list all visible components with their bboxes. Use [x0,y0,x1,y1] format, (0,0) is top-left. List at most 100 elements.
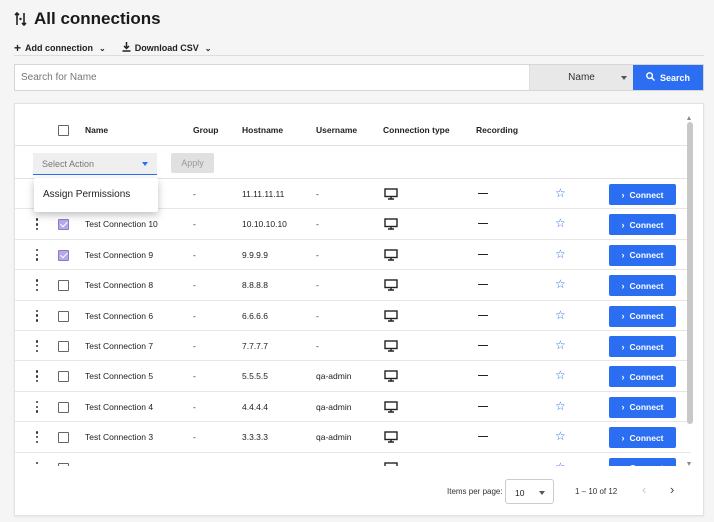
column-header-name[interactable]: Name [85,125,108,135]
connection-hostname: 8.8.8.8 [242,280,268,291]
connect-button[interactable]: › Connect [609,305,676,327]
more-options-icon[interactable] [35,248,39,261]
row-checkbox[interactable] [58,462,69,466]
star-icon[interactable]: ☆ [555,461,566,466]
column-header-username[interactable]: Username [316,125,357,135]
star-icon[interactable]: ☆ [555,369,566,381]
row-checkbox[interactable] [58,310,69,322]
star-icon[interactable]: ☆ [555,278,566,290]
download-csv-button[interactable]: Download CSV ⌄ [122,42,211,54]
select-all-checkbox[interactable] [58,125,69,136]
next-page-icon[interactable]: › [670,483,674,496]
page-title: All connections [34,9,161,28]
connection-group: - [193,401,196,412]
star-icon[interactable]: ☆ [555,400,566,412]
monitor-icon [384,309,398,327]
more-options-icon[interactable] [35,370,39,383]
connect-button[interactable]: › Connect [609,336,676,357]
connect-button[interactable]: › Connect [609,457,676,466]
table-row: Test Connection 8 - 8.8.8.8 - ☆ › Connect [15,270,691,301]
recording-none-indicator [478,436,488,438]
star-icon[interactable]: ☆ [555,217,566,229]
recording-none-indicator [478,193,488,194]
connection-hostname: 4.4.4.4 [242,401,268,412]
more-options-icon[interactable] [35,218,39,231]
apply-button[interactable]: Apply [171,153,214,173]
star-icon[interactable]: ☆ [555,430,566,442]
more-options-icon[interactable] [35,309,39,322]
connection-group: - [193,219,196,230]
connect-button[interactable]: › Connect [609,275,676,297]
recording-none-indicator [478,284,488,286]
row-checkbox[interactable] [58,401,69,413]
connection-hostname: 7.7.7.7 [242,341,268,351]
recording-none-indicator [478,253,488,255]
search-input[interactable] [15,65,529,90]
connect-button[interactable]: › Connect [609,244,676,266]
plus-icon: + [14,41,22,55]
monitor-icon [384,369,398,387]
chevron-down-icon: ⌄ [99,43,106,53]
row-checkbox[interactable] [58,371,69,383]
more-options-icon[interactable] [35,400,39,413]
more-options-icon[interactable] [35,431,39,444]
connect-button[interactable]: › Connect [609,184,676,205]
column-header-group[interactable]: Group [193,125,219,135]
table-body: -11.11.11.11- ☆ › Connect Test Connection 10… [15,179,691,466]
row-checkbox[interactable] [58,341,69,352]
search-button[interactable]: Search [633,65,703,90]
scrollbar[interactable] [686,116,693,466]
page-size-value: 10 [515,488,525,498]
recording-none-indicator [478,345,488,346]
star-icon[interactable]: ☆ [555,248,566,260]
connection-name: Test Connection 6 [85,310,154,321]
connect-button[interactable]: › Connect [609,427,676,449]
row-checkbox[interactable] [58,280,69,292]
header-divider [14,55,704,56]
connection-group: - [193,310,196,321]
row-checkbox[interactable] [58,432,69,444]
row-checkbox[interactable] [58,219,69,231]
connection-group: - [193,341,196,351]
add-connection-button[interactable]: + Add connection ⌄ [14,42,106,54]
previous-page-icon[interactable]: ‹ [642,483,646,496]
star-icon[interactable]: ☆ [555,187,566,199]
column-header-recording[interactable]: Recording [476,125,518,135]
more-options-icon[interactable] [35,461,39,466]
scrollbar-thumb[interactable] [686,122,693,424]
connect-label: Connect [629,280,664,291]
chevron-right-icon: › [621,341,625,352]
page-size-select[interactable]: 10 [505,479,554,504]
connect-button[interactable]: › Connect [609,396,676,418]
page-range-label: 1 – 10 of 12 [575,487,618,496]
connect-button[interactable]: › Connect [609,214,676,236]
scroll-down-arrow-icon[interactable] [687,462,691,466]
menu-item-assign-permissions[interactable]: Assign Permissions [43,189,130,200]
search-bar: Name Search [14,64,704,91]
recording-none-indicator [478,314,488,316]
bulk-action-select[interactable]: Select Action [33,153,157,175]
column-header-hostname[interactable]: Hostname [242,125,283,135]
column-header-connection-type[interactable]: Connection type [383,125,450,135]
bulk-action-menu: Assign Permissions [34,178,158,212]
recording-none-indicator [478,223,488,225]
connection-group: - [193,189,196,199]
table-row: Test Connection 5 - 5.5.5.5 qa-admin ☆ › Conne… [15,361,691,392]
connection-username: qa-admin [316,371,352,382]
connection-name: Test Connection 9 [85,249,154,260]
monitor-icon [384,248,398,266]
scroll-up-arrow-icon[interactable] [687,116,691,120]
more-options-icon[interactable] [35,340,39,352]
connect-button[interactable]: › Connect [609,366,676,388]
connections-icon [14,11,28,27]
chevron-right-icon: › [621,371,625,382]
more-options-icon[interactable] [35,279,39,292]
search-field-select[interactable]: Name [529,65,633,90]
star-icon[interactable]: ☆ [555,309,566,321]
row-checkbox[interactable] [58,249,69,261]
connection-hostname: 9.9.9.9 [242,249,268,260]
connect-label: Connect [629,219,664,230]
connection-hostname: 10.10.10.10 [242,219,287,230]
star-icon[interactable]: ☆ [555,339,566,351]
table-row: Test Connection 9 - 9.9.9.9 - ☆ › Connect [15,240,691,271]
